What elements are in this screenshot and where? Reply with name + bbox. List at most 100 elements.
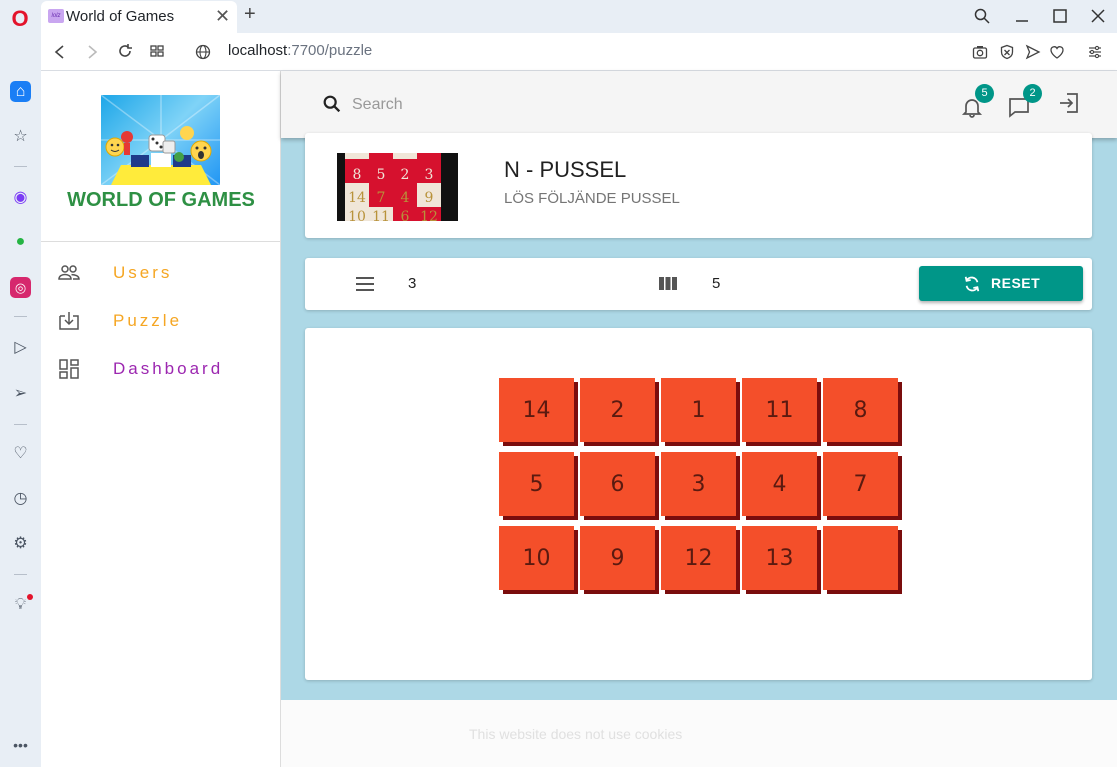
forward-icon[interactable]: [85, 44, 99, 60]
browser-search-icon[interactable]: [974, 8, 990, 24]
puzzle-tile[interactable]: 10: [499, 526, 574, 590]
url-path: :7700/puzzle: [287, 42, 373, 59]
app-root: WORLD OF GAMES Users Puzzle Dashboard 5 …: [41, 71, 1117, 767]
easy-setup-icon[interactable]: [1087, 44, 1103, 60]
puzzle-tile[interactable]: 2: [580, 378, 655, 442]
puzzle-tile[interactable]: 3: [661, 452, 736, 516]
nav-item-dashboard[interactable]: Dashboard: [41, 349, 281, 389]
logout-icon[interactable]: [1057, 91, 1081, 115]
browser-tab[interactable]: lolz World of Games ✕: [41, 1, 237, 33]
whatsapp-icon[interactable]: ●: [10, 231, 31, 252]
camera-icon[interactable]: [972, 44, 988, 60]
address-bar: localhost:7700/puzzle: [41, 33, 1117, 71]
back-icon[interactable]: [53, 44, 67, 60]
send-icon[interactable]: ➢: [10, 383, 31, 404]
svg-text:6: 6: [401, 209, 410, 221]
puzzle-header-card: 8 5 2 3 14 7 4 9 10 11 6 12 N - PUSSEL L…: [305, 133, 1092, 238]
history-icon[interactable]: ◷: [10, 488, 31, 509]
url-host: localhost: [228, 42, 288, 59]
minimize-icon[interactable]: [1014, 8, 1030, 24]
puzzle-tile[interactable]: 1: [661, 378, 736, 442]
refresh-icon: [964, 276, 980, 292]
sidebar-divider: [14, 424, 27, 425]
settings-icon[interactable]: ⚙: [10, 533, 31, 554]
puzzle-tile[interactable]: 7: [823, 452, 898, 516]
columns-icon: [659, 277, 677, 290]
rows-value[interactable]: 3: [408, 275, 416, 292]
dashboard-icon: [59, 359, 79, 379]
tab-title: World of Games: [66, 8, 175, 25]
nav-item-users[interactable]: Users: [41, 253, 281, 293]
new-tab-icon[interactable]: +: [244, 3, 256, 26]
svg-text:12: 12: [420, 209, 438, 221]
svg-text:14: 14: [348, 190, 366, 206]
top-app-bar: 5 2: [281, 71, 1117, 138]
sidebar-divider: [14, 574, 27, 575]
reload-icon[interactable]: [117, 43, 133, 59]
brand-title: WORLD OF GAMES: [67, 189, 255, 211]
svg-text:3: 3: [425, 167, 434, 183]
side-navigation: WORLD OF GAMES Users Puzzle Dashboard: [41, 71, 281, 767]
puzzle-thumbnail-image: 8 5 2 3 14 7 4 9 10 11 6 12: [337, 153, 458, 221]
home-icon[interactable]: ⌂: [10, 81, 31, 102]
puzzle-tile-empty[interactable]: [823, 526, 898, 590]
puzzle-tile[interactable]: 13: [742, 526, 817, 590]
columns-value[interactable]: 5: [712, 275, 720, 292]
instagram-icon[interactable]: ◎: [10, 277, 31, 298]
puzzle-tile[interactable]: 4: [742, 452, 817, 516]
people-icon: [58, 265, 80, 280]
nav-item-label: Users: [113, 263, 173, 282]
heart-icon[interactable]: ♡: [10, 443, 31, 464]
more-icon[interactable]: •••: [10, 735, 31, 756]
rows-icon: [356, 277, 374, 291]
puzzle-tile[interactable]: 9: [580, 526, 655, 590]
svg-text:8: 8: [353, 167, 362, 183]
tab-close-icon[interactable]: ✕: [215, 6, 230, 27]
nav-divider: [41, 241, 281, 242]
puzzle-tile[interactable]: 12: [661, 526, 736, 590]
messenger-icon[interactable]: ◉: [10, 187, 31, 208]
reset-button[interactable]: RESET: [919, 266, 1083, 301]
footer: This website does not use cookies: [281, 700, 1117, 767]
adblock-icon[interactable]: [999, 44, 1015, 60]
url-field[interactable]: localhost:7700/puzzle: [228, 42, 372, 59]
page-subtitle: LÖS FÖLJÄNDE PUSSEL: [504, 190, 680, 207]
search-input[interactable]: [352, 93, 652, 117]
cookie-notice: This website does not use cookies: [469, 726, 683, 742]
puzzle-tile[interactable]: 11: [742, 378, 817, 442]
svg-text:7: 7: [377, 190, 386, 206]
reset-label: RESET: [991, 275, 1041, 291]
send-icon[interactable]: [1025, 44, 1041, 60]
browser-sidebar: ⌂ ☆ ◉ ● ◎ ▷ ➢ ♡ ◷ ⚙ 💡︎ •••: [0, 33, 41, 767]
messages-badge: 2: [1023, 84, 1042, 103]
page-title: N - PUSSEL: [504, 157, 627, 182]
tab-favicon-icon: lolz: [48, 9, 64, 23]
notifications-badge: 5: [975, 84, 994, 103]
puzzle-tile[interactable]: 14: [499, 378, 574, 442]
puzzle-tile[interactable]: 6: [580, 452, 655, 516]
speed-dial-icon[interactable]: [149, 43, 165, 59]
star-icon[interactable]: ☆: [10, 126, 31, 147]
nav-item-puzzle[interactable]: Puzzle: [41, 301, 281, 341]
puzzle-controls-card: 3 5 RESET: [305, 258, 1092, 310]
world-of-games-logo: [101, 95, 220, 185]
svg-text:5: 5: [377, 167, 386, 183]
maximize-icon[interactable]: [1052, 8, 1068, 24]
close-window-icon[interactable]: [1090, 8, 1106, 24]
puzzle-tile[interactable]: 8: [823, 378, 898, 442]
sidebar-divider: [14, 166, 27, 167]
notification-dot: [27, 594, 33, 600]
puzzle-tile[interactable]: 5: [499, 452, 574, 516]
puzzle-board-card: 14 2 1 11 8 5 6 3 4 7 10 9 12 13: [305, 328, 1092, 680]
heart-icon[interactable]: [1049, 44, 1065, 60]
player-icon[interactable]: ▷: [10, 337, 31, 358]
globe-icon[interactable]: [195, 44, 211, 60]
svg-text:4: 4: [401, 190, 410, 206]
search-icon[interactable]: [321, 93, 343, 115]
svg-text:11: 11: [372, 209, 390, 221]
browser-tab-bar: O lolz World of Games ✕ +: [0, 0, 1117, 33]
nav-item-label: Puzzle: [113, 311, 183, 330]
download-box-icon: [59, 312, 79, 330]
opera-logo-icon[interactable]: O: [9, 8, 31, 30]
svg-text:2: 2: [401, 167, 410, 183]
